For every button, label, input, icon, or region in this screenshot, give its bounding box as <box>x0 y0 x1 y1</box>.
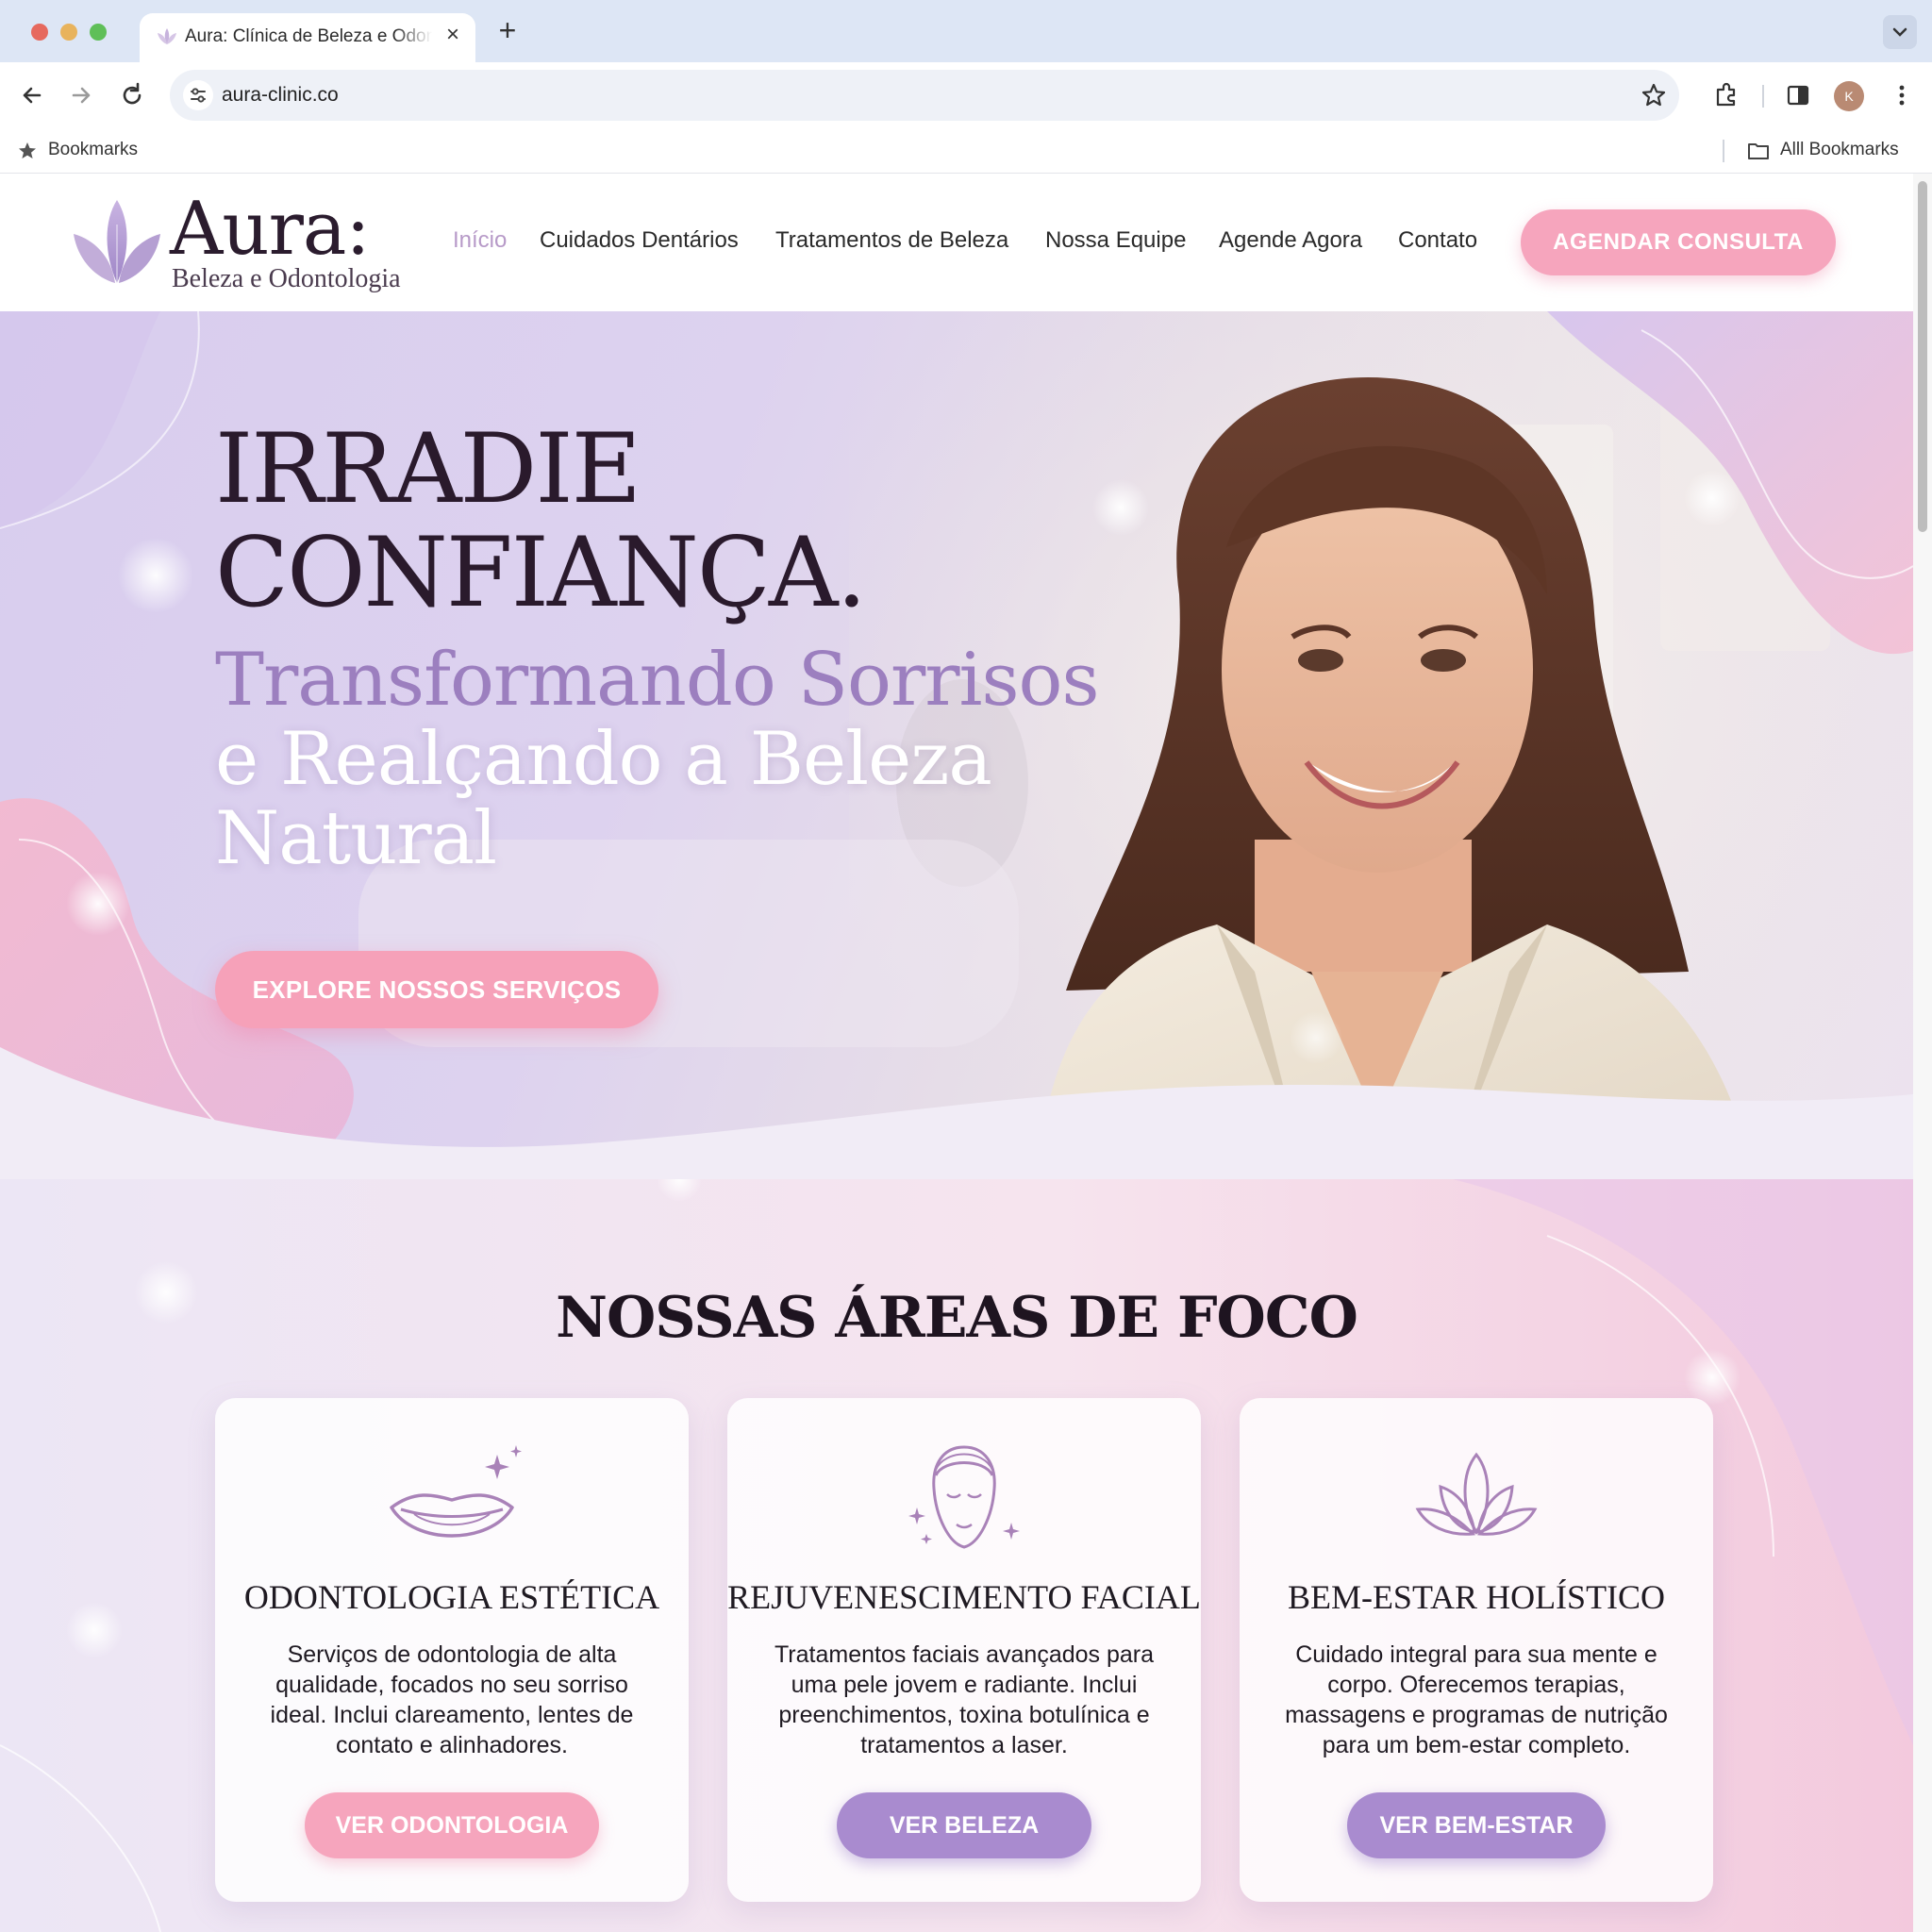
lotus-icon <box>1415 1452 1538 1536</box>
url-text[interactable]: aura-clinic.co <box>222 84 339 107</box>
bookmarks-bar: Bookmarks Alll Bookmarks <box>0 128 1932 174</box>
maximize-window-button[interactable] <box>90 24 107 41</box>
browser-tab-bar: Aura: Clínica de Beleza e Odontologia × … <box>0 0 1932 62</box>
focus-section-title: NOSSAS ÁREAS DE FOCO <box>556 1285 1358 1351</box>
new-tab-button[interactable]: + <box>492 15 523 45</box>
hero-section: IRRADIE CONFIANÇA. Transformando Sorriso… <box>0 311 1913 1179</box>
view-dentistry-button[interactable]: VER ODONTOLOGIA <box>305 1792 599 1858</box>
more-vert-icon[interactable] <box>1885 78 1919 112</box>
nav-link-agende-agora[interactable]: Agende Agora <box>1219 227 1362 254</box>
nav-link-cuidados-dentarios[interactable]: Cuidados Dentários <box>540 227 739 254</box>
hero-title-line-1: IRRADIE <box>215 413 641 525</box>
toolbar-divider <box>1762 85 1764 108</box>
hero-subtitle-line-1: Transformando Sorrisos <box>215 638 1100 723</box>
bookmarks-label[interactable]: Bookmarks <box>48 140 138 160</box>
tab-search-button[interactable] <box>1883 15 1917 49</box>
web-page: Aura: Beleza e Odontologia Início Cuidad… <box>0 174 1913 1932</box>
schedule-consultation-button[interactable]: AGENDAR CONSULTA <box>1521 209 1836 275</box>
chevron-down-icon <box>1892 27 1907 37</box>
all-bookmarks-link[interactable]: Alll Bookmarks <box>1780 140 1899 160</box>
card-title: REJUVENESCIMENTO FACIAL <box>727 1578 1201 1616</box>
lotus-favicon-icon <box>158 28 176 44</box>
hero-title-line-2: CONFIANÇA. <box>215 517 867 629</box>
logo-wordmark[interactable]: Aura: <box>170 187 371 272</box>
focus-card-dentistry: ODONTOLOGIA ESTÉTICA Serviços de odontol… <box>215 1398 689 1902</box>
page-scrollbar[interactable] <box>1913 174 1932 1932</box>
folder-icon <box>1748 143 1769 159</box>
card-description: Cuidado integral para sua mente e corpo.… <box>1285 1641 1668 1758</box>
nav-link-inicio[interactable]: Início <box>453 227 507 254</box>
tab-close-icon[interactable]: × <box>440 22 466 48</box>
bookmarks-divider <box>1723 140 1724 162</box>
nav-link-nossa-equipe[interactable]: Nossa Equipe <box>1045 227 1186 254</box>
logo-subtitle: Beleza e Odontologia <box>172 264 401 293</box>
close-window-button[interactable] <box>31 24 48 41</box>
focus-card-facial: REJUVENESCIMENTO FACIAL Tratamentos faci… <box>727 1398 1201 1902</box>
site-header: Aura: Beleza e Odontologia Início Cuidad… <box>0 174 1913 311</box>
focus-card-wellness: BEM-ESTAR HOLÍSTICO Cuidado integral par… <box>1240 1398 1713 1902</box>
nav-link-tratamentos-de-beleza[interactable]: Tratamentos de Beleza <box>775 227 1008 254</box>
card-title: ODONTOLOGIA ESTÉTICA <box>243 1578 660 1616</box>
reload-icon[interactable] <box>115 78 149 112</box>
hero-subtitle-line-2: e Realçando a Beleza <box>215 717 992 802</box>
focus-areas-section: NOSSAS ÁREAS DE FOCO ODONTOLOGIA ESTÉTIC… <box>0 1179 1913 1932</box>
lotus-logo-icon[interactable] <box>72 196 162 291</box>
tab-title: Aura: Clínica de Beleza e Odontologia <box>185 26 432 46</box>
minimize-window-button[interactable] <box>60 24 77 41</box>
smile-lips-icon <box>390 1445 522 1538</box>
profile-avatar[interactable]: K <box>1834 81 1864 111</box>
nav-link-contato[interactable]: Contato <box>1398 227 1477 254</box>
hero-subtitle-line-3: Natural <box>215 796 497 881</box>
address-bar[interactable]: aura-clinic.co <box>170 70 1679 121</box>
browser-toolbar: aura-clinic.co K <box>0 62 1932 128</box>
back-arrow-icon[interactable] <box>15 78 49 112</box>
card-title: BEM-ESTAR HOLÍSTICO <box>1287 1578 1666 1616</box>
bookmark-star-icon[interactable] <box>1638 79 1670 111</box>
explore-services-button[interactable]: EXPLORE NOSSOS SERVIÇOS <box>215 951 658 1028</box>
card-description: Tratamentos faciais avançados para uma p… <box>774 1641 1155 1758</box>
face-icon <box>908 1445 1020 1549</box>
card-description: Serviços de odontologia de alta qualidad… <box>270 1641 634 1758</box>
side-panel-icon[interactable] <box>1781 78 1815 112</box>
tune-icon <box>191 88 206 103</box>
site-info-button[interactable] <box>183 80 213 110</box>
view-beauty-button[interactable]: VER BELEZA <box>837 1792 1091 1858</box>
forward-arrow-icon[interactable] <box>64 78 98 112</box>
extensions-puzzle-icon[interactable] <box>1709 78 1743 112</box>
view-wellness-button[interactable]: VER BEM-ESTAR <box>1347 1792 1606 1858</box>
browser-tab-active[interactable]: Aura: Clínica de Beleza e Odontologia × <box>140 13 475 62</box>
bookmarks-star-icon <box>19 142 36 158</box>
scrollbar-thumb[interactable] <box>1918 181 1927 532</box>
